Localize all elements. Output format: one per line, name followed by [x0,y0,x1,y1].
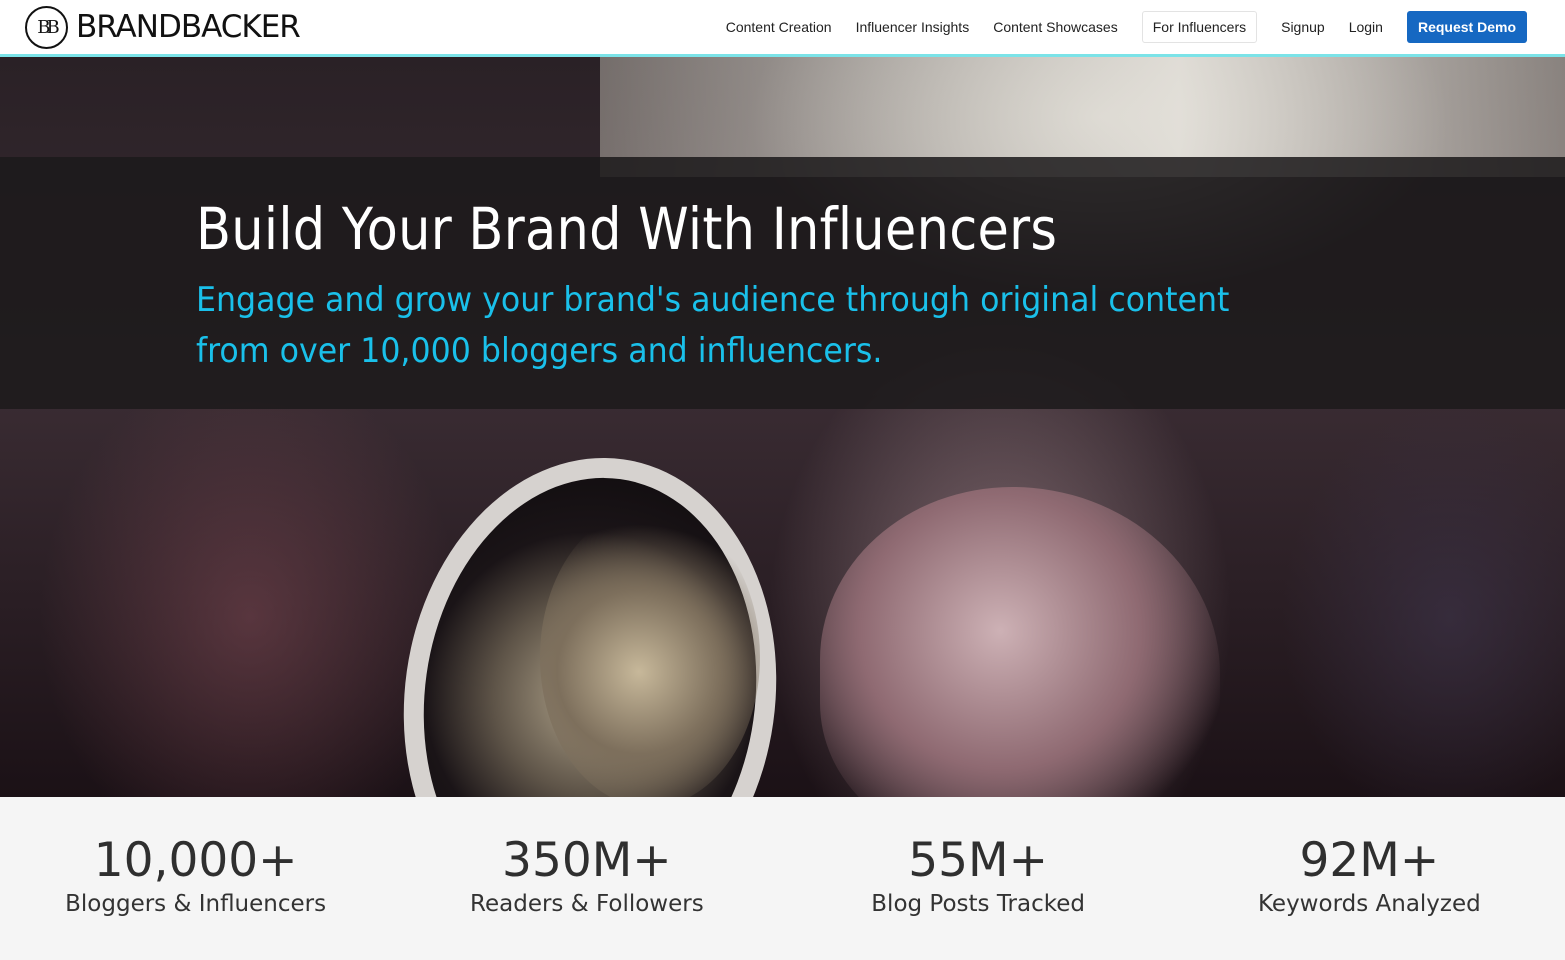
logo-mark-text: BB [37,16,60,38]
stat-label: Bloggers & Influencers [65,891,327,917]
nav-content-creation[interactable]: Content Creation [714,12,844,42]
stat-value: 92M+ [1299,833,1440,888]
stats-section: 10,000+ Bloggers & Influencers 350M+ Rea… [0,797,1565,960]
stat-label: Blog Posts Tracked [871,891,1085,917]
hero-subtitle: Engage and grow your brand's audience th… [196,280,1230,371]
stat-value: 350M+ [502,833,672,888]
hero-title: Build Your Brand With Influencers [196,195,1058,263]
stat-keywords: 92M+ Keywords Analyzed [1174,797,1565,960]
hero-background-lens-glass [540,507,760,797]
stat-label: Readers & Followers [470,891,704,917]
stat-blog-posts: 55M+ Blog Posts Tracked [783,797,1174,960]
brandbacker-logo[interactable]: BB BRANDBACKER [25,5,301,49]
request-demo-button[interactable]: Request Demo [1406,11,1527,43]
hero-section: Build Your Brand With Influencers Engage… [0,57,1565,797]
nav-login[interactable]: Login [1337,12,1395,42]
stat-readers: 350M+ Readers & Followers [391,797,782,960]
stat-bloggers: 10,000+ Bloggers & Influencers [0,797,391,960]
nav-for-influencers[interactable]: For Influencers [1141,11,1258,43]
stat-value: 10,000+ [93,833,298,888]
main-nav: Content Creation Influencer Insights Con… [714,11,1527,43]
nav-influencer-insights[interactable]: Influencer Insights [844,12,982,42]
logo-text: BRANDBACKER [76,9,301,45]
site-header: BB BRANDBACKER Content Creation Influenc… [0,0,1565,57]
logo-mark-icon: BB [25,5,68,49]
nav-signup[interactable]: Signup [1269,12,1337,42]
stat-label: Keywords Analyzed [1257,891,1481,917]
stat-value: 55M+ [908,833,1048,888]
nav-content-showcases[interactable]: Content Showcases [981,12,1130,42]
